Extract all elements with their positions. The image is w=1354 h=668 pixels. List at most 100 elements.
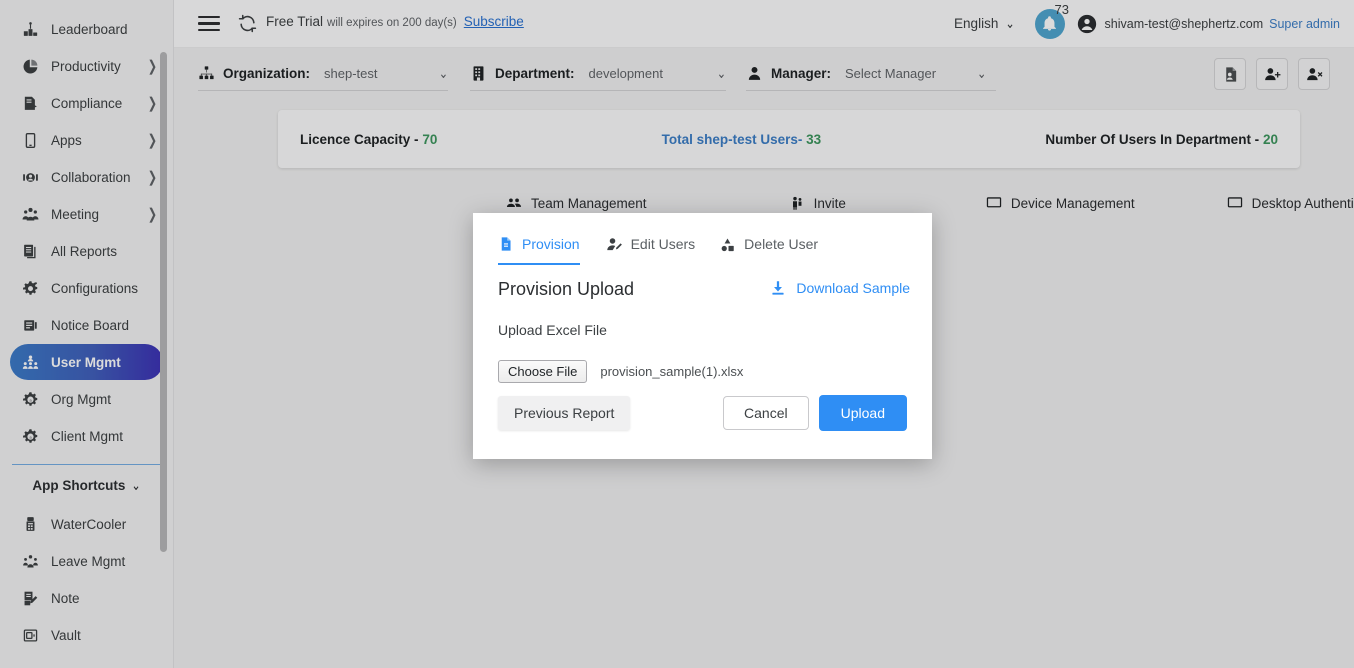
bulk-upload-report-icon[interactable]	[1214, 58, 1246, 90]
sidebar-item-label: Collaboration	[51, 169, 131, 185]
sidebar: Leaderboard Productivity ❯ Compliance ❯ Apps ❯…	[0, 0, 174, 668]
cancel-button[interactable]: Cancel	[723, 396, 809, 430]
modal-tab-delete-user[interactable]: Delete User	[719, 231, 818, 265]
licence-summary-card: Licence Capacity - 70 Total shep-test Us…	[278, 110, 1300, 168]
department-users-value: 20	[1262, 131, 1278, 147]
watercooler-icon	[20, 514, 40, 534]
sidebar-item-vault[interactable]: Vault	[10, 617, 163, 653]
reports-icon	[20, 241, 40, 261]
team-icon	[506, 195, 522, 211]
licence-capacity: Licence Capacity - 70	[300, 132, 437, 147]
total-users[interactable]: Total shep-test Users- 33	[662, 132, 822, 147]
notifications-button[interactable]: 73	[1034, 2, 1069, 39]
sidebar-divider	[12, 464, 161, 465]
sidebar-item-configurations[interactable]: Configurations	[10, 270, 163, 306]
pie-chart-icon	[20, 56, 40, 76]
monitor-icon	[1227, 195, 1243, 211]
department-users: Number Of Users In Department - 20	[1045, 132, 1278, 147]
sidebar-item-productivity[interactable]: Productivity ❯	[10, 48, 163, 84]
subscribe-link[interactable]: Subscribe	[464, 14, 524, 29]
download-icon	[769, 279, 787, 297]
hamburger-icon[interactable]	[198, 15, 220, 32]
sidebar-item-user-mgmt[interactable]: User Mgmt	[10, 344, 163, 380]
sidebar-item-notice-board[interactable]: Notice Board	[10, 307, 163, 343]
sidebar-item-leave-mgmt[interactable]: Leave Mgmt	[10, 543, 163, 579]
upload-button[interactable]: Upload	[818, 395, 907, 431]
tab-device-management-label: Device Management	[1010, 195, 1135, 211]
tab-invite-label: Invite	[813, 195, 846, 211]
total-users-value: 33	[806, 131, 822, 147]
sidebar-item-client-mgmt[interactable]: a Client Mgmt	[10, 418, 163, 454]
choose-file-button[interactable]: Choose File	[498, 360, 588, 383]
sidebar-item-collaboration[interactable]: Collaboration ❯	[10, 159, 163, 195]
language-selector[interactable]: English ⌄	[954, 16, 1015, 32]
tab-team-management-label: Team Management	[531, 195, 647, 211]
collaboration-icon	[20, 167, 40, 187]
chevron-right-icon: ❯	[147, 206, 157, 223]
sidebar-scrollbar-track[interactable]	[160, 0, 170, 668]
sidebar-item-label: WaterCooler	[51, 516, 127, 532]
modal-tab-provision[interactable]: Provision	[498, 231, 580, 265]
compliance-icon	[20, 93, 40, 113]
tab-invite[interactable]: Invite	[789, 195, 846, 211]
chevron-down-icon: ⌄	[438, 66, 448, 82]
remove-user-icon[interactable]	[1298, 58, 1330, 90]
file-input-row: Choose File provision_sample(1).xlsx	[498, 360, 907, 383]
app-shortcuts-header[interactable]: App Shortcuts ⌄	[0, 469, 173, 501]
total-users-label: Total shep-test Users-	[661, 131, 803, 147]
sidebar-item-label: Leaderboard	[51, 21, 128, 37]
sidebar-item-all-reports[interactable]: All Reports	[10, 233, 163, 269]
modal-tab-bar: Provision Edit Users Delete User	[473, 213, 932, 265]
monitor-icon	[986, 195, 1002, 211]
meeting-icon	[20, 204, 40, 224]
notice-board-icon	[20, 315, 40, 335]
avatar-icon[interactable]	[1077, 14, 1097, 34]
notification-count-badge: 73	[1054, 1, 1070, 17]
sidebar-item-label: Compliance	[51, 95, 123, 111]
delete-user-icon	[719, 236, 736, 253]
organization-filter-label: Organization:	[223, 66, 310, 81]
sidebar-item-label: Note	[51, 590, 80, 606]
provision-upload-modal: Provision Edit Users Delete User Provisi…	[473, 213, 932, 459]
sidebar-item-label: Notice Board	[51, 317, 130, 333]
tab-desktop-authentication[interactable]: Desktop Authentication	[1227, 195, 1354, 211]
sidebar-item-meeting[interactable]: Meeting ❯	[10, 196, 163, 232]
trial-title: Free Trial	[266, 14, 324, 29]
top-bar-right: English ⌄ 73 shivam-test@shephertz.com S…	[954, 2, 1340, 39]
tab-device-management[interactable]: Device Management	[986, 195, 1135, 211]
user-edit-icon	[606, 236, 623, 253]
sidebar-item-compliance[interactable]: Compliance ❯	[10, 85, 163, 121]
previous-report-button[interactable]: Previous Report	[498, 396, 631, 430]
chevron-down-icon: ⌄	[131, 477, 141, 494]
department-users-label: Number Of Users In Department -	[1045, 131, 1260, 147]
chevron-right-icon: ❯	[147, 58, 157, 75]
sidebar-item-watercooler[interactable]: WaterCooler	[10, 506, 163, 542]
add-user-icon[interactable]	[1256, 58, 1288, 90]
sidebar-shortcut-list: WaterCooler Leave Mgmt Note Vault	[0, 501, 173, 653]
modal-action-row: Previous Report Cancel Upload	[498, 395, 907, 431]
manager-filter[interactable]: Manager: Select Manager ⌄	[746, 57, 996, 91]
app-shortcuts-label: App Shortcuts	[32, 477, 126, 493]
chevron-down-icon: ⌄	[1005, 16, 1015, 32]
download-sample-link[interactable]: Download Sample	[769, 279, 910, 297]
tab-team-management[interactable]: Team Management	[506, 195, 647, 211]
organization-filter[interactable]: Organization: shep-test ⌄	[198, 57, 448, 91]
sidebar-item-leaderboard[interactable]: Leaderboard	[10, 11, 163, 47]
sidebar-item-note[interactable]: Note	[10, 580, 163, 616]
trial-notice: Free Trial will expires on 200 day(s) Su…	[238, 14, 524, 33]
filter-bar: Organization: shep-test ⌄ Department: de…	[174, 48, 1354, 100]
sidebar-item-label: User Mgmt	[51, 354, 121, 370]
user-role-link[interactable]: Super admin	[1269, 17, 1340, 31]
sidebar-item-org-mgmt[interactable]: a Org Mgmt	[10, 381, 163, 417]
org-gear-icon: a	[20, 389, 40, 409]
chevron-down-icon: ⌄	[977, 66, 987, 82]
licence-capacity-label: Licence Capacity -	[300, 131, 419, 147]
department-filter[interactable]: Department: development ⌄	[470, 57, 726, 91]
sidebar-item-apps[interactable]: Apps ❯	[10, 122, 163, 158]
sidebar-item-label: Vault	[51, 627, 81, 643]
modal-tab-edit-users[interactable]: Edit Users	[606, 231, 695, 265]
sidebar-scrollbar-thumb[interactable]	[160, 52, 167, 552]
department-filter-value: development	[588, 66, 663, 81]
chevron-down-icon: ⌄	[716, 66, 726, 82]
manager-filter-label: Manager:	[771, 66, 832, 81]
